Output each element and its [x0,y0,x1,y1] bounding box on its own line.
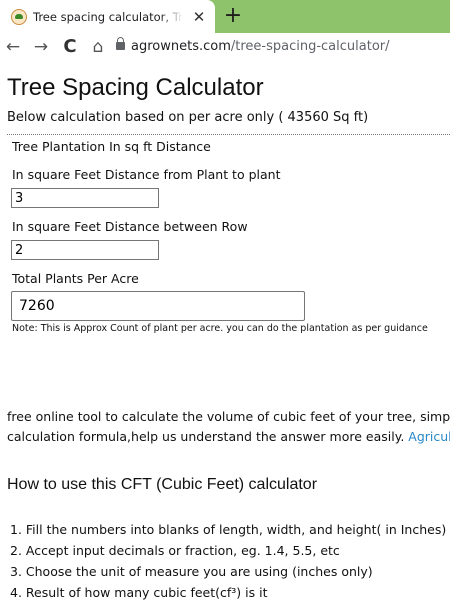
total-plants-label: Total Plants Per Acre [12,271,139,286]
howto-steps-list: 1. Fill the numbers into blanks of lengt… [10,519,446,603]
description-line-2-text: calculation formula,help us understand t… [7,429,409,444]
row-distance-label: In square Feet Distance between Row [12,219,248,234]
back-arrow-icon[interactable]: ← [3,37,23,57]
page-subtitle: Below calculation based on per acre only… [7,110,369,125]
close-tab-icon[interactable]: ✕ [190,8,208,26]
page-content: Tree Spacing Calculator Below calculatio… [0,62,450,606]
description-line-2: calculation formula,help us understand t… [7,427,450,447]
lock-icon[interactable] [116,37,125,50]
calculator-form: Tree Plantation In sq ft Distance In squ… [7,134,450,344]
list-item: 2. Accept input decimals or fraction, eg… [10,543,340,558]
reload-icon[interactable]: C [60,37,80,57]
new-tab-button[interactable]: + [221,4,245,28]
list-item: 4. Result of how many cubic feet(cf³) is… [10,585,268,600]
url-domain: agrownets.com [131,39,231,54]
agriculture-link[interactable]: Agricult [408,429,450,444]
home-icon[interactable]: ⌂ [88,37,108,57]
tab-title: Tree spacing calculator, Trees per acre [33,10,183,24]
address-bar[interactable]: agrownets.com/tree-spacing-calculator/ [131,38,390,56]
site-favicon-icon [11,9,27,25]
browser-toolbar: ← → C ⌂ agrownets.com/tree-spacing-calcu… [0,33,450,62]
row-distance-input[interactable] [11,240,159,260]
list-item: 1. Fill the numbers into blanks of lengt… [10,522,447,537]
page-title: Tree Spacing Calculator [7,74,264,101]
description-line-1: free online tool to calculate the volume… [7,409,450,424]
total-plants-output[interactable] [11,291,305,321]
plant-distance-input[interactable] [11,188,159,208]
tab-bar: Tree spacing calculator, Trees per acre … [0,0,450,33]
url-path: /tree-spacing-calculator/ [230,39,390,54]
list-item: 3. Choose the unit of measure you are us… [10,564,373,579]
approx-note: Note: This is Approx Count of plant per … [12,323,428,334]
description-paragraph: free online tool to calculate the volume… [7,407,450,447]
howto-heading: How to use this CFT (Cubic Feet) calcula… [7,476,318,493]
form-heading: Tree Plantation In sq ft Distance [12,139,211,154]
browser-tab[interactable]: Tree spacing calculator, Trees per acre … [0,0,215,33]
forward-arrow-icon[interactable]: → [31,37,51,57]
plant-distance-label: In square Feet Distance from Plant to pl… [12,167,281,182]
